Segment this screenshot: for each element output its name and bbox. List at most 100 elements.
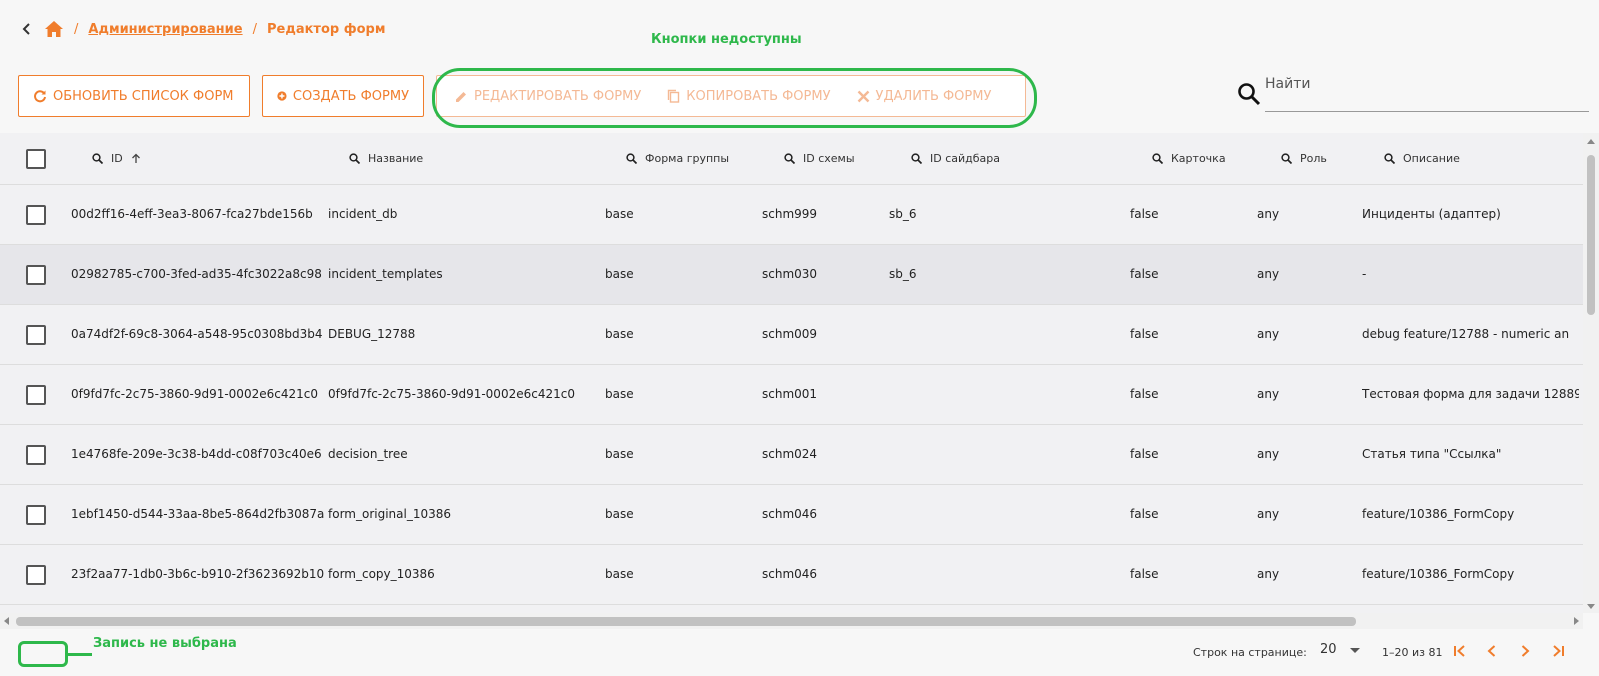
table-row[interactable]: 23f2aa77-1db0-3b6c-b910-2f3623692b10 form… [0,545,1583,605]
search-label: Найти [1265,76,1311,92]
first-page-icon[interactable] [1450,641,1470,661]
cell-card: false [1130,507,1159,521]
cell-name: 0f9fd7fc-2c75-3860-9d91-0002e6c421c0 [328,387,575,401]
row-checkbox[interactable] [26,565,46,585]
scroll-left-icon[interactable] [4,617,9,625]
breadcrumb-separator: / [252,21,257,37]
column-header-id[interactable]: ID [92,152,141,165]
cell-description: feature/10386_FormCopy [1362,507,1515,521]
vertical-scrollbar[interactable] [1583,133,1599,613]
row-checkbox[interactable] [26,205,46,225]
cell-name: form_copy_10386 [328,567,435,581]
create-form-label: СОЗДАТЬ ФОРМУ [292,88,409,104]
cell-card: false [1130,207,1159,221]
cell-group: base [605,447,634,461]
scroll-up-icon[interactable] [1587,139,1595,144]
forms-table: ID Название Форма группы ID схемы ID сай… [0,133,1583,613]
refresh-forms-button[interactable]: ОБНОВИТЬ СПИСОК ФОРМ [18,75,250,117]
column-header-role[interactable]: Роль [1281,152,1327,165]
cell-name: DEBUG_12788 [328,327,416,341]
annotation-connector [68,653,92,656]
cell-group: base [605,507,634,521]
cell-role: any [1257,207,1280,221]
cell-group: base [605,207,634,221]
cell-id: 00d2ff16-4eff-3ea3-8067-fca27bde156b [71,207,313,221]
cell-schema: schm009 [762,327,818,341]
refresh-icon [34,90,46,103]
table-body: 00d2ff16-4eff-3ea3-8067-fca27bde156b inci… [0,185,1583,605]
search-field[interactable]: Найти [1237,72,1589,112]
cell-role: any [1257,507,1280,521]
cell-description: Статья типа "Ссылка" [1362,447,1502,461]
table-row[interactable]: 0a74df2f-69c8-3064-a548-95c0308bd3b4 DEBU… [0,305,1583,365]
column-header-id-label: ID [111,152,123,165]
row-checkbox[interactable] [26,385,46,405]
annotation-buttons-unavailable: Кнопки недоступны [651,32,802,47]
search-icon [626,153,637,164]
table-row[interactable]: 02982785-c700-3fed-ad35-4fc3022a8c98 inci… [0,245,1583,305]
scroll-down-icon[interactable] [1587,604,1595,609]
cell-role: any [1257,267,1280,281]
horizontal-scrollbar[interactable] [0,613,1583,629]
cell-card: false [1130,327,1159,341]
cell-id: 0a74df2f-69c8-3064-a548-95c0308bd3b4 [71,327,323,341]
next-page-icon[interactable] [1515,641,1535,661]
cell-card: false [1130,567,1159,581]
cell-schema: schm046 [762,507,818,521]
search-icon [784,153,795,164]
column-header-card[interactable]: Карточка [1152,152,1226,165]
column-header-group-label: Форма группы [645,152,730,165]
column-header-description[interactable]: Описание [1384,152,1460,165]
chevron-down-icon[interactable] [1350,648,1360,653]
cell-role: any [1257,567,1280,581]
row-checkbox[interactable] [26,505,46,525]
create-form-button[interactable]: СОЗДАТЬ ФОРМУ [262,75,424,117]
column-header-sidebar[interactable]: ID сайдбара [911,152,1000,165]
column-header-schema-label: ID схемы [803,152,855,165]
search-icon [1384,153,1395,164]
row-checkbox[interactable] [26,325,46,345]
refresh-forms-label: ОБНОВИТЬ СПИСОК ФОРМ [53,88,234,104]
cell-schema: schm030 [762,267,818,281]
cell-role: any [1257,327,1280,341]
pagination-range: 1–20 из 81 [1382,646,1443,659]
table-row[interactable]: 1ebf1450-d544-33aa-8be5-864d2fb3087a form… [0,485,1583,545]
breadcrumb: / Администрирование / Редактор форм [22,17,385,41]
last-page-icon[interactable] [1548,641,1568,661]
breadcrumb-current: Редактор форм [266,21,386,37]
row-checkbox[interactable] [26,265,46,285]
cell-description: Инциденты (адаптер) [1362,207,1501,221]
form-editor-page: / Администрирование / Редактор форм Кноп… [0,0,1599,676]
cell-card: false [1130,387,1159,401]
home-icon[interactable] [44,20,64,38]
cell-schema: schm024 [762,447,818,461]
cell-description: - [1362,267,1367,281]
prev-page-icon[interactable] [1482,641,1502,661]
vertical-scroll-thumb[interactable] [1587,155,1595,315]
search-icon [1152,153,1163,164]
breadcrumb-admin-link[interactable]: Администрирование [88,22,242,37]
back-icon[interactable] [22,22,36,36]
table-header: ID Название Форма группы ID схемы ID сай… [0,133,1583,185]
column-header-card-label: Карточка [1171,152,1226,165]
arrow-up-icon [131,153,140,163]
horizontal-scroll-thumb[interactable] [16,617,1356,626]
select-all-checkbox[interactable] [26,149,46,169]
table-row[interactable]: 0f9fd7fc-2c75-3860-9d91-0002e6c421c0 0f9f… [0,365,1583,425]
search-icon [911,153,922,164]
table-row[interactable]: 1e4768fe-209e-3c38-b4dd-c08f703c40e6 deci… [0,425,1583,485]
add-circle-icon [277,91,287,101]
cell-id: 02982785-c700-3fed-ad35-4fc3022a8c98 [71,267,322,281]
column-header-schema[interactable]: ID схемы [784,152,855,165]
annotation-selection-box [18,641,68,667]
rows-per-page-select[interactable]: 20 [1320,642,1337,657]
column-header-group[interactable]: Форма группы [626,152,729,165]
cell-card: false [1130,267,1159,281]
cell-id: 23f2aa77-1db0-3b6c-b910-2f3623692b10 [71,567,325,581]
table-row[interactable]: 00d2ff16-4eff-3ea3-8067-fca27bde156b inci… [0,185,1583,245]
column-header-name[interactable]: Название [349,152,423,165]
scroll-right-icon[interactable] [1574,617,1579,625]
annotation-no-record: Запись не выбрана [93,636,237,651]
cell-role: any [1257,387,1280,401]
row-checkbox[interactable] [26,445,46,465]
